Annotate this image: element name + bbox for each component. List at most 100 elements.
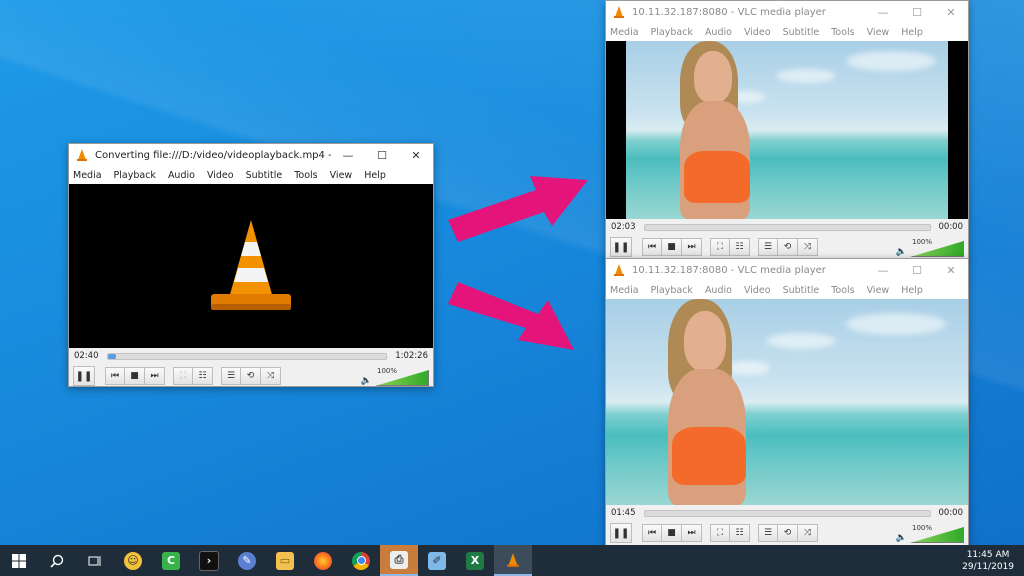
shuffle-button[interactable]: ⤨ [798, 524, 818, 542]
excel-icon[interactable]: X [456, 545, 494, 576]
stop-button[interactable]: ■ [662, 238, 682, 256]
menu-tools[interactable]: Tools [831, 27, 854, 38]
menu-playback[interactable]: Playback [651, 27, 693, 38]
camtasia-icon[interactable]: C [152, 545, 190, 576]
notepad-icon[interactable]: ✐ [418, 545, 456, 576]
video-area[interactable] [606, 41, 968, 219]
extended-settings-button[interactable]: ☷ [193, 367, 213, 385]
menu-video[interactable]: Video [744, 285, 771, 296]
menu-video[interactable]: Video [207, 170, 234, 181]
maximize-button[interactable]: ☐ [900, 1, 934, 23]
arrow-down-right-icon [448, 282, 574, 350]
loop-button[interactable]: ⟲ [778, 238, 798, 256]
seek-bar[interactable] [643, 509, 931, 517]
video-area[interactable] [69, 184, 433, 348]
printer-app-icon[interactable]: ⎙ [380, 545, 418, 576]
emoji-app-icon[interactable]: ☺ [114, 545, 152, 576]
minimize-button[interactable]: — [331, 144, 365, 166]
menu-media[interactable]: Media [73, 170, 102, 181]
shuffle-button[interactable]: ⤨ [261, 367, 281, 385]
previous-button[interactable]: ⏮ [105, 367, 125, 385]
title-bar[interactable]: 10.11.32.187:8080 - VLC media player — ☐… [606, 259, 968, 281]
menu-video[interactable]: Video [744, 27, 771, 38]
extended-settings-button[interactable]: ☷ [730, 524, 750, 542]
window-title: 10.11.32.187:8080 - VLC media player [632, 6, 826, 18]
menu-audio[interactable]: Audio [705, 285, 732, 296]
menu-tools[interactable]: Tools [294, 170, 317, 181]
video-area[interactable] [606, 299, 968, 505]
task-view-icon[interactable] [76, 545, 114, 576]
pause-button[interactable]: ❚❚ [73, 366, 95, 386]
next-button[interactable]: ⏭ [682, 238, 702, 256]
file-explorer-icon[interactable]: ▭ [266, 545, 304, 576]
fullscreen-button[interactable]: ⛶ [710, 238, 730, 256]
pause-button[interactable]: ❚❚ [610, 237, 632, 257]
seek-progress [107, 353, 116, 359]
seek-bar[interactable] [106, 352, 388, 360]
volume-slider[interactable]: 100% [910, 238, 964, 257]
menu-playback[interactable]: Playback [651, 285, 693, 296]
search-icon[interactable] [38, 545, 76, 576]
vlc-window-stream-2[interactable]: 10.11.32.187:8080 - VLC media player — ☐… [605, 258, 969, 546]
menu-media[interactable]: Media [610, 27, 639, 38]
loop-button[interactable]: ⟲ [778, 524, 798, 542]
menu-media[interactable]: Media [610, 285, 639, 296]
stop-button[interactable]: ■ [125, 367, 145, 385]
speaker-icon[interactable]: 🔈 [896, 247, 907, 257]
maximize-button[interactable]: ☐ [365, 144, 399, 166]
terminal-icon[interactable]: › [190, 545, 228, 576]
close-button[interactable]: ✕ [934, 1, 968, 23]
chrome-icon[interactable] [342, 545, 380, 576]
menu-help[interactable]: Help [901, 27, 923, 38]
loop-button[interactable]: ⟲ [241, 367, 261, 385]
vlc-window-stream-1[interactable]: 10.11.32.187:8080 - VLC media player — ☐… [605, 0, 969, 260]
playlist-button[interactable]: ☰ [221, 367, 241, 385]
menu-view[interactable]: View [867, 27, 890, 38]
vlc-window-converting[interactable]: Converting file:///D:/video/videoplaybac… [68, 143, 434, 387]
menu-playback[interactable]: Playback [114, 170, 156, 181]
title-bar[interactable]: Converting file:///D:/video/videoplaybac… [69, 144, 433, 166]
shuffle-button[interactable]: ⤨ [798, 238, 818, 256]
system-clock[interactable]: 11:45 AM 29/11/2019 [962, 549, 1014, 573]
volume-control[interactable]: 🔈 100% [896, 523, 964, 543]
playlist-button[interactable]: ☰ [758, 238, 778, 256]
pause-button[interactable]: ❚❚ [610, 523, 632, 543]
playlist-button[interactable]: ☰ [758, 524, 778, 542]
close-button[interactable]: ✕ [399, 144, 433, 166]
previous-button[interactable]: ⏮ [642, 238, 662, 256]
menu-help[interactable]: Help [901, 285, 923, 296]
total-time: 1:02:26 [395, 351, 428, 361]
paint-icon[interactable]: ✎ [228, 545, 266, 576]
volume-control[interactable]: 🔈 100% [361, 366, 429, 386]
menu-view[interactable]: View [330, 170, 353, 181]
vlc-icon[interactable] [494, 545, 532, 576]
extended-settings-button[interactable]: ☷ [730, 238, 750, 256]
volume-slider[interactable]: 100% [910, 524, 964, 543]
menu-tools[interactable]: Tools [831, 285, 854, 296]
menu-view[interactable]: View [867, 285, 890, 296]
menu-subtitle[interactable]: Subtitle [783, 285, 820, 296]
menu-subtitle[interactable]: Subtitle [246, 170, 283, 181]
menu-audio[interactable]: Audio [705, 27, 732, 38]
fullscreen-button[interactable]: ⛶ [173, 367, 193, 385]
speaker-icon[interactable]: 🔈 [361, 376, 372, 386]
menu-help[interactable]: Help [364, 170, 386, 181]
stop-button[interactable]: ■ [662, 524, 682, 542]
title-bar[interactable]: 10.11.32.187:8080 - VLC media player — ☐… [606, 1, 968, 23]
speaker-icon[interactable]: 🔈 [896, 533, 907, 543]
menu-audio[interactable]: Audio [168, 170, 195, 181]
windows-start-icon[interactable] [0, 545, 38, 576]
previous-button[interactable]: ⏮ [642, 524, 662, 542]
next-button[interactable]: ⏭ [682, 524, 702, 542]
maximize-button[interactable]: ☐ [900, 259, 934, 281]
close-button[interactable]: ✕ [934, 259, 968, 281]
fullscreen-button[interactable]: ⛶ [710, 524, 730, 542]
volume-control[interactable]: 🔈 100% [896, 237, 964, 257]
minimize-button[interactable]: — [866, 1, 900, 23]
firefox-icon[interactable] [304, 545, 342, 576]
next-button[interactable]: ⏭ [145, 367, 165, 385]
minimize-button[interactable]: — [866, 259, 900, 281]
seek-bar[interactable] [643, 223, 931, 231]
menu-subtitle[interactable]: Subtitle [783, 27, 820, 38]
volume-slider[interactable]: 100% [375, 367, 429, 386]
